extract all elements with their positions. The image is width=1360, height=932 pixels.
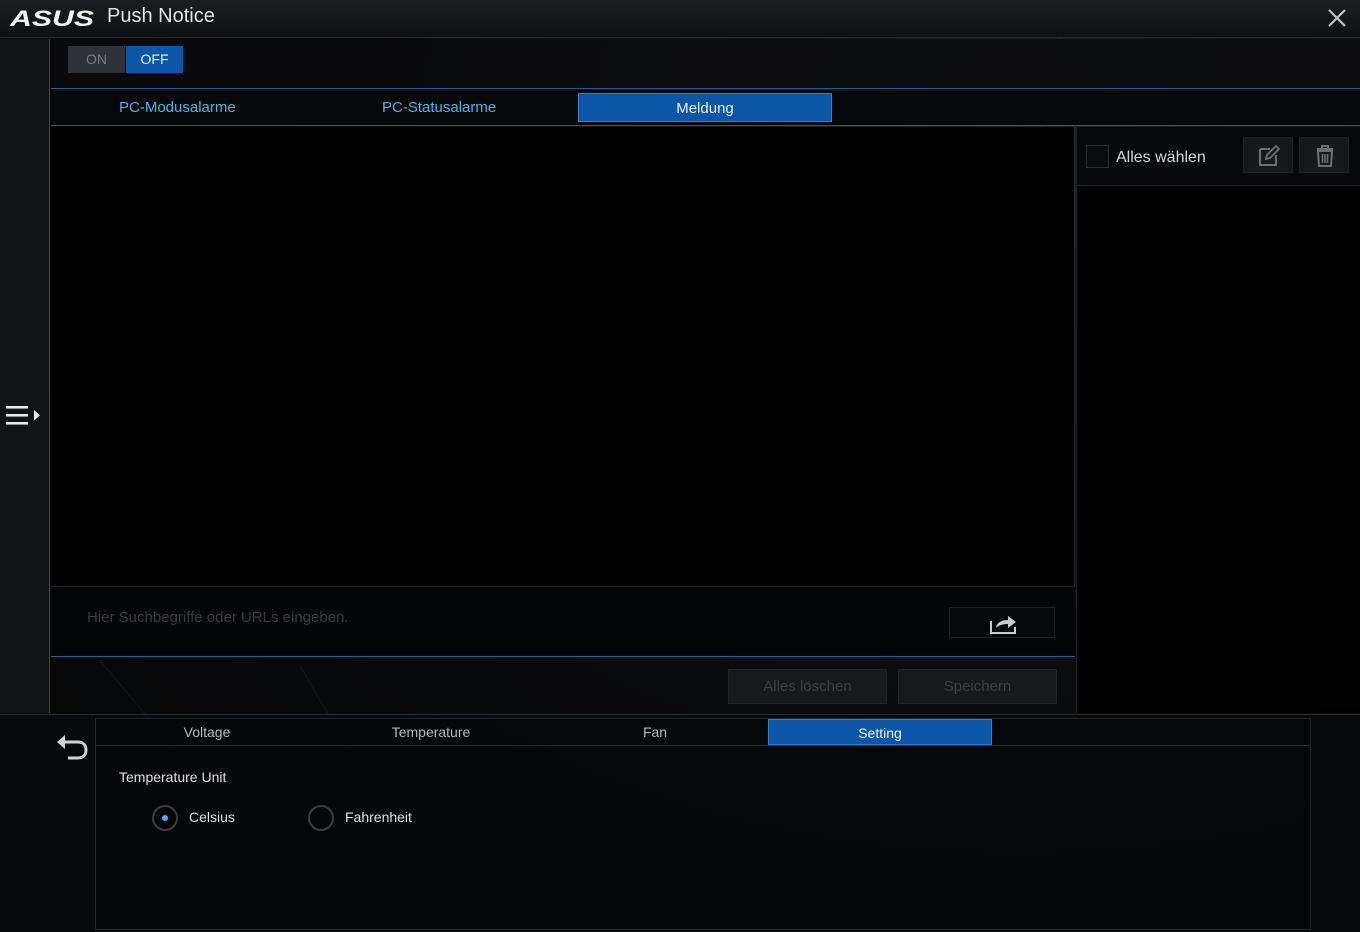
message-area: Alles löschen Speichern xyxy=(51,127,1075,713)
toggle-on-button[interactable]: ON xyxy=(68,46,125,73)
message-list xyxy=(51,127,1075,586)
close-button[interactable] xyxy=(1322,4,1352,32)
monitor-tabs: Voltage Temperature Fan Setting xyxy=(96,719,1310,746)
fahrenheit-label[interactable]: Fahrenheit xyxy=(345,809,412,825)
fahrenheit-radio[interactable] xyxy=(308,805,334,831)
send-button[interactable] xyxy=(949,607,1055,638)
action-row: Alles löschen Speichern xyxy=(51,658,1075,713)
message-selection-panel: Alles wählen xyxy=(1076,127,1360,713)
message-input-row xyxy=(51,586,1075,657)
power-toggle-row: ON OFF xyxy=(51,39,1360,89)
toggle-off-button[interactable]: OFF xyxy=(126,46,183,73)
save-button[interactable]: Speichern xyxy=(898,669,1057,704)
svg-text:ASUS: ASUS xyxy=(10,6,94,30)
radio-selected-dot xyxy=(162,815,168,821)
tab-message[interactable]: Meldung xyxy=(578,93,832,122)
app-title: Push Notice xyxy=(107,5,215,27)
back-button[interactable] xyxy=(52,730,92,766)
search-input[interactable] xyxy=(87,605,907,629)
tab-pc-status-alarms[interactable]: PC-Statusalarme xyxy=(382,93,496,122)
left-sidebar xyxy=(0,39,50,713)
asus-logo: ASUS xyxy=(10,6,94,30)
share-arrow-icon xyxy=(990,616,1016,634)
title-bar: ASUS Push Notice xyxy=(0,0,1360,38)
menu-toggle-button[interactable] xyxy=(4,399,46,433)
celsius-label[interactable]: Celsius xyxy=(189,809,235,825)
tab-setting[interactable]: Setting xyxy=(768,719,992,745)
tab-temperature[interactable]: Temperature xyxy=(319,719,543,745)
close-icon xyxy=(1328,9,1346,27)
trash-icon xyxy=(1316,145,1334,167)
clear-all-button[interactable]: Alles löschen xyxy=(728,669,887,704)
push-notice-window: ASUS Push Notice ON OFF PC-Modusalarme P… xyxy=(0,0,1360,932)
edit-button[interactable] xyxy=(1243,137,1293,173)
alarm-tabs: PC-Modusalarme PC-Statusalarme Meldung xyxy=(51,89,1360,126)
menu-expand-icon xyxy=(6,406,40,425)
tab-voltage[interactable]: Voltage xyxy=(95,719,319,745)
selection-header: Alles wählen xyxy=(1077,127,1360,186)
temperature-unit-label: Temperature Unit xyxy=(119,769,227,785)
tab-fan[interactable]: Fan xyxy=(543,719,767,745)
settings-sub-panel: Voltage Temperature Fan Setting Temperat… xyxy=(95,718,1311,930)
back-arrow-icon xyxy=(57,735,88,760)
select-all-checkbox[interactable] xyxy=(1086,145,1109,168)
edit-icon xyxy=(1259,144,1281,166)
celsius-radio[interactable] xyxy=(152,805,178,831)
select-all-label[interactable]: Alles wählen xyxy=(1116,149,1206,167)
monitor-settings-panel: Voltage Temperature Fan Setting Temperat… xyxy=(0,714,1360,932)
tab-pc-mode-alarms[interactable]: PC-Modusalarme xyxy=(119,93,236,122)
delete-button[interactable] xyxy=(1299,137,1349,173)
